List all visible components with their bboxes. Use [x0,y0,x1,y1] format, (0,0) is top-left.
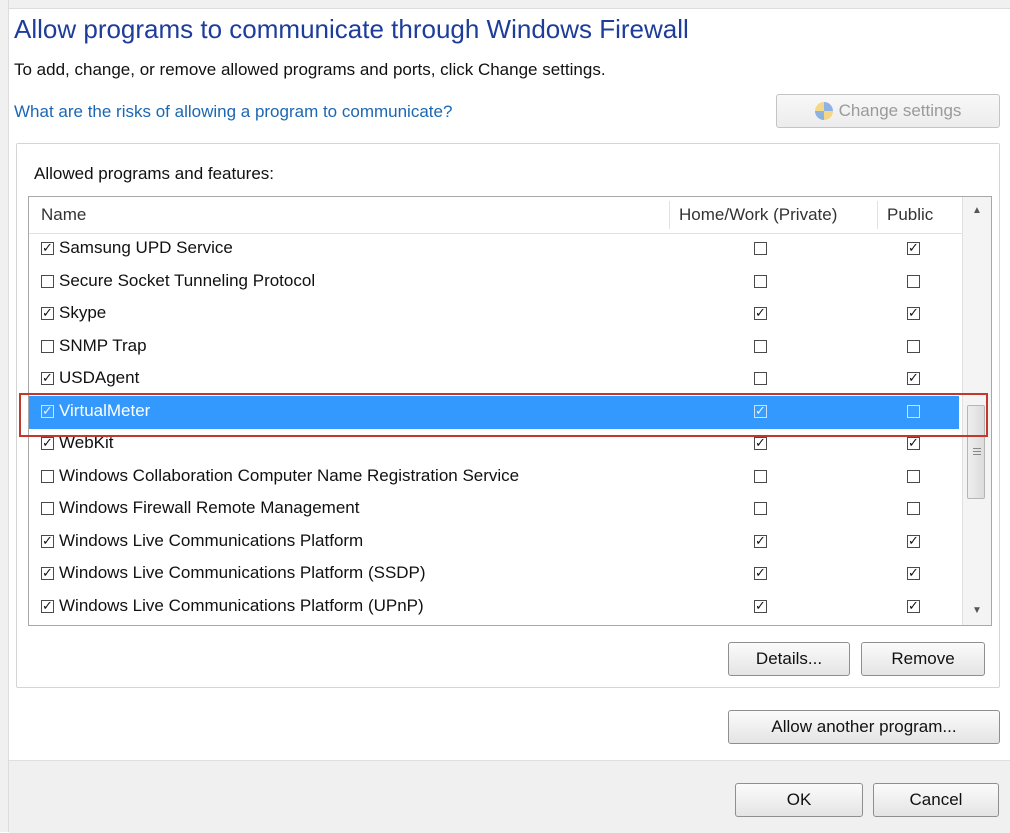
home-work-checkbox[interactable]: ✓ [754,534,767,548]
table-row[interactable]: ✓ Windows Live Communications Platform (S… [29,558,959,591]
program-enabled-checkbox[interactable] [41,339,54,353]
table-row[interactable]: ✓ VirtualMeter ✓ [29,395,959,429]
table-row[interactable]: ✓ USDAgent ✓ [29,363,959,396]
program-name: Secure Socket Tunneling Protocol [59,270,316,290]
home-work-checkbox[interactable] [754,242,767,255]
home-work-checkbox[interactable] [754,469,767,483]
public-checkbox[interactable]: ✓ [907,599,920,613]
home-work-checkbox[interactable] [754,274,767,288]
scroll-down-icon[interactable]: ▼ [963,599,991,623]
program-enabled-checkbox[interactable]: ✓ [41,437,54,450]
column-divider [877,201,878,229]
program-enabled-checkbox[interactable]: ✓ [41,567,54,580]
program-name: Windows Firewall Remote Management [59,498,360,517]
public-checkbox[interactable]: ✓ [907,567,920,580]
home-work-checkbox[interactable]: ✓ [754,599,767,613]
program-enabled-checkbox[interactable] [41,469,54,483]
home-work-checkbox[interactable]: ✓ [754,437,767,450]
program-enabled-checkbox[interactable]: ✓ [41,307,54,320]
program-name: SNMP Trap [59,335,147,355]
table-row[interactable]: ✓ Windows Live Communications Platform ✓ ✓ [29,526,959,559]
program-name: Skype [59,303,107,322]
public-checkbox[interactable] [907,339,920,353]
program-name: Windows Live Communications Platform (UP… [59,595,424,615]
program-name: Samsung UPD Service [59,238,233,257]
table-row[interactable]: Windows Firewall Remote Management [29,493,959,526]
allow-another-program-button[interactable]: Allow another program... [728,710,1000,744]
scrollbar-thumb[interactable] [967,405,985,499]
ok-button[interactable]: OK [735,783,863,817]
home-work-checkbox[interactable]: ✓ [754,307,767,320]
program-enabled-checkbox[interactable]: ✓ [41,534,54,548]
public-checkbox[interactable] [907,404,920,418]
program-name: Windows Collaboration Computer Name Regi… [59,465,520,485]
public-checkbox[interactable]: ✓ [907,372,920,385]
program-enabled-checkbox[interactable]: ✓ [41,372,54,385]
public-checkbox[interactable] [907,274,920,288]
public-checkbox[interactable] [907,469,920,483]
list-header: Name Home/Work (Private) Public [29,197,991,234]
change-settings-button[interactable]: Change settings [776,94,1000,128]
table-row[interactable]: ✓ Windows Live Communications Platform (U… [29,591,959,624]
program-enabled-checkbox[interactable] [41,274,54,288]
window-left-edge [0,0,9,832]
column-header-home-work[interactable]: Home/Work (Private) [679,205,837,225]
home-work-checkbox[interactable] [754,339,767,353]
uac-shield-icon [814,102,833,120]
public-checkbox[interactable]: ✓ [907,307,920,320]
vertical-scrollbar[interactable]: ▲ ▼ [962,197,991,625]
program-name: USDAgent [59,368,140,387]
scrollbar-grip-icon [973,448,981,449]
details-button[interactable]: Details... [728,642,850,676]
program-name: Windows Live Communications Platform (SS… [59,563,426,582]
table-row[interactable]: ✓ Samsung UPD Service ✓ [29,233,959,266]
program-enabled-checkbox[interactable]: ✓ [41,404,54,418]
window-top-edge [0,0,1010,9]
program-enabled-checkbox[interactable]: ✓ [41,242,54,255]
public-checkbox[interactable] [907,502,920,515]
scroll-up-icon[interactable]: ▲ [963,199,991,223]
program-name: WebKit [59,433,114,452]
public-checkbox[interactable]: ✓ [907,242,920,255]
program-name: VirtualMeter [59,400,151,420]
remove-button[interactable]: Remove [861,642,985,676]
column-header-name[interactable]: Name [41,205,86,225]
change-settings-label: Change settings [838,101,962,120]
allowed-programs-label: Allowed programs and features: [34,164,275,183]
table-row[interactable]: Secure Socket Tunneling Protocol [29,266,959,299]
home-work-checkbox[interactable]: ✓ [754,404,767,418]
program-name: Windows Live Communications Platform [59,530,364,550]
table-row[interactable]: SNMP Trap [29,331,959,364]
table-row[interactable]: ✓ Skype ✓ ✓ [29,298,959,331]
home-work-checkbox[interactable]: ✓ [754,567,767,580]
allowed-programs-list[interactable]: Name Home/Work (Private) Public ✓ Samsung… [28,196,992,626]
public-checkbox[interactable]: ✓ [907,437,920,450]
table-row[interactable]: Windows Collaboration Computer Name Regi… [29,461,959,494]
program-enabled-checkbox[interactable]: ✓ [41,599,54,613]
column-header-public[interactable]: Public [887,205,933,225]
table-row[interactable]: ✓ WebKit ✓ ✓ [29,428,959,461]
program-enabled-checkbox[interactable] [41,502,54,515]
home-work-checkbox[interactable] [754,502,767,515]
home-work-checkbox[interactable] [754,372,767,385]
page-subtitle: To add, change, or remove allowed progra… [14,60,606,79]
column-divider [669,201,670,229]
page-title: Allow programs to communicate through Wi… [14,14,689,44]
public-checkbox[interactable]: ✓ [907,534,920,548]
cancel-button[interactable]: Cancel [873,783,999,817]
risks-help-link[interactable]: What are the risks of allowing a program… [14,102,452,122]
